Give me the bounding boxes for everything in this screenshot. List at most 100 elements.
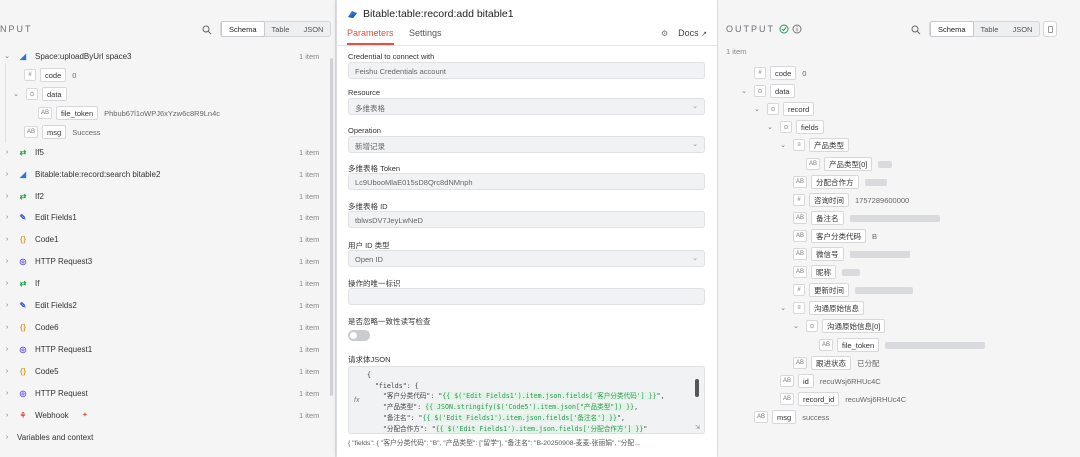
field-value: recuWsj6RHUc4C [845,394,907,404]
field-key: 备注名 [811,211,844,225]
output-field-row[interactable]: AB 分配合作方 [779,174,887,190]
text-field[interactable] [348,288,705,305]
output-field-row[interactable]: ⌄ ⊙ fields [766,119,824,135]
input-node-row[interactable]: › ✎ Edit Fields1 [3,209,77,225]
node-name: Edit Fields1 [35,212,77,222]
output-field-row[interactable]: AB record_id recuWsj6RHUc4C [766,391,906,407]
number-type-icon: # [24,69,36,81]
field-key: data [42,87,67,101]
json-body-editor[interactable]: fx { "fields": { "客户分类代码": "{{ $('Edit F… [348,366,705,434]
output-field-row[interactable]: # 咨询时间 1757289600000 [779,192,909,208]
tab-schema[interactable]: Schema [221,21,265,37]
feishu-icon [348,10,357,18]
node-name: Space:uploadByUrl space3 [35,51,132,61]
copy-button[interactable] [1043,21,1057,37]
output-field-row[interactable]: ⌄ ⊙ 沟通原始信息[0] [792,318,886,334]
node-name: HTTP Request [35,388,88,398]
field-key: code [770,66,797,80]
output-field-row[interactable]: AB 产品类型[0] [792,156,893,172]
json-preview: { "fields": { "客户分类代码": "B", "产品类型": ["留… [348,440,640,447]
object-type-icon: ⊙ [780,121,792,133]
tab-parameters[interactable]: Parameters [347,28,394,45]
input-node-row[interactable]: › ⇄ If2 [3,188,44,204]
output-search-icon[interactable] [911,25,921,35]
input-scrollbar[interactable] [330,58,333,396]
field-value: Open ID [355,255,383,264]
info-icon[interactable] [792,24,802,34]
field-file-token[interactable]: AB file_token Phbub67l1oWPJ6xYzw6c8R9Ln4c [38,105,220,121]
output-field-row[interactable]: # 更新时间 [779,282,913,298]
field-value: Phbub67l1oWPJ6xYzw6c8R9Ln4c [104,108,221,118]
gear-icon[interactable]: ⚙ [661,29,668,38]
input-panel: NPUT Schema Table JSON ⌄ ◢ Space:uploadByU… [0,0,336,457]
node-icon: ⇄ [19,191,27,201]
input-node-row[interactable]: › ⇄ If5 [3,144,44,160]
select-field[interactable]: 多维表格 ⌄ [348,98,705,115]
output-tab-table[interactable]: Table [974,22,1006,36]
output-field-row[interactable]: AB 昵称 [779,264,861,280]
output-field-row[interactable]: AB 备注名 [779,210,940,226]
toggle-label: 是否忽略一致性读写检查 [348,317,431,326]
output-field-row[interactable]: ⌄ ≡ 产品类型 [779,137,849,153]
node-item-count: 1 item [299,389,320,398]
input-node-row[interactable]: › {} Code1 [3,231,59,247]
input-node-row[interactable]: › ◎ HTTP Request3 [3,253,92,269]
tab-table[interactable]: Table [265,22,297,36]
search-icon[interactable] [202,25,212,35]
output-header: OUTPUT [726,20,802,38]
chevron-right-icon: › [5,170,9,178]
output-item-count: 1 item [726,47,747,56]
node-name: Bitable:table:record:search bitable2 [35,169,161,179]
text-field[interactable]: Lc9UbooMlaE015sD8Qrc8dNMnph [348,173,705,190]
code-lines: { "fields": { "客户分类代码": "{{ $('Edit Fiel… [367,370,664,433]
consistency-toggle[interactable] [348,330,370,341]
output-field-row[interactable]: ⌄ ≡ 沟通原始信息 [779,300,864,316]
docs-link[interactable]: Docs ↗ [678,28,707,38]
text-field[interactable]: Feishu Credentials account [348,62,705,79]
input-node-row[interactable]: ⌄ ◢ Space:uploadByUrl space3 [3,48,132,64]
input-node-row[interactable]: › ✎ Edit Fields2 [3,297,77,313]
output-field-row[interactable]: AB msg success [740,409,829,425]
input-node-row[interactable]: › ◢ Bitable:table:record:search bitable2 [3,166,161,182]
output-field-row[interactable]: AB file_token [805,337,986,353]
field-msg[interactable]: AB msg Success [24,124,101,140]
select-field[interactable]: 新增记录 ⌄ [348,136,705,153]
input-node-row[interactable]: › ⇄ If [3,275,40,291]
string-type-icon: AB [780,393,795,405]
output-field-row[interactable]: AB 客户分类代码 B [779,228,877,244]
output-field-row[interactable]: ⌄ ⊙ data [740,83,795,99]
redacted-value [842,268,861,276]
resize-icon[interactable]: ⇲ [695,424,700,431]
code-line: "fields": { [367,381,419,390]
field-key: 昵称 [811,265,837,279]
select-field[interactable]: Open ID ⌄ [348,250,705,267]
tab-settings[interactable]: Settings [409,28,442,38]
output-field-row[interactable]: # code 0 [740,65,806,81]
input-node-row[interactable]: › {} Code5 [3,363,59,379]
node-parameters-panel: Bitable:table:record:add bitable1 Parame… [337,0,717,457]
output-tab-schema[interactable]: Schema [930,21,974,37]
number-type-icon: # [754,67,766,79]
text-field[interactable]: tblwsDV7JeyLwNeD [348,211,705,228]
output-field-row[interactable]: AB 微信号 [779,246,910,262]
output-field-row[interactable]: ⌄ ⊙ record [753,101,815,117]
field-key: data [770,84,795,98]
object-type-icon: ⊙ [754,85,766,97]
input-title: NPUT [0,24,33,34]
variables-row[interactable]: › Variables and context [3,429,94,445]
input-node-row[interactable]: › {} Code6 [3,319,59,335]
output-tab-json[interactable]: JSON [1005,22,1039,36]
output-field-row[interactable]: AB id recuWsj6RHUc4C [766,373,881,389]
input-node-row[interactable]: › ◎ HTTP Request [3,385,88,401]
field-data[interactable]: ⌄ ⊙ data [12,86,67,102]
output-field-row[interactable]: AB 跟进状态 已分配 [779,355,880,371]
editor-scrollbar[interactable] [695,379,699,397]
input-node-row[interactable]: › ⚘ Webhook [3,407,69,423]
input-node-row[interactable]: › ◎ HTTP Request1 [3,341,92,357]
string-type-icon: AB [806,158,821,170]
tab-json[interactable]: JSON [296,22,330,36]
node-item-count: 1 item [299,235,320,244]
field-value: 0 [72,70,77,80]
field-code[interactable]: # code 0 [24,67,76,83]
tree-guide [5,63,6,143]
